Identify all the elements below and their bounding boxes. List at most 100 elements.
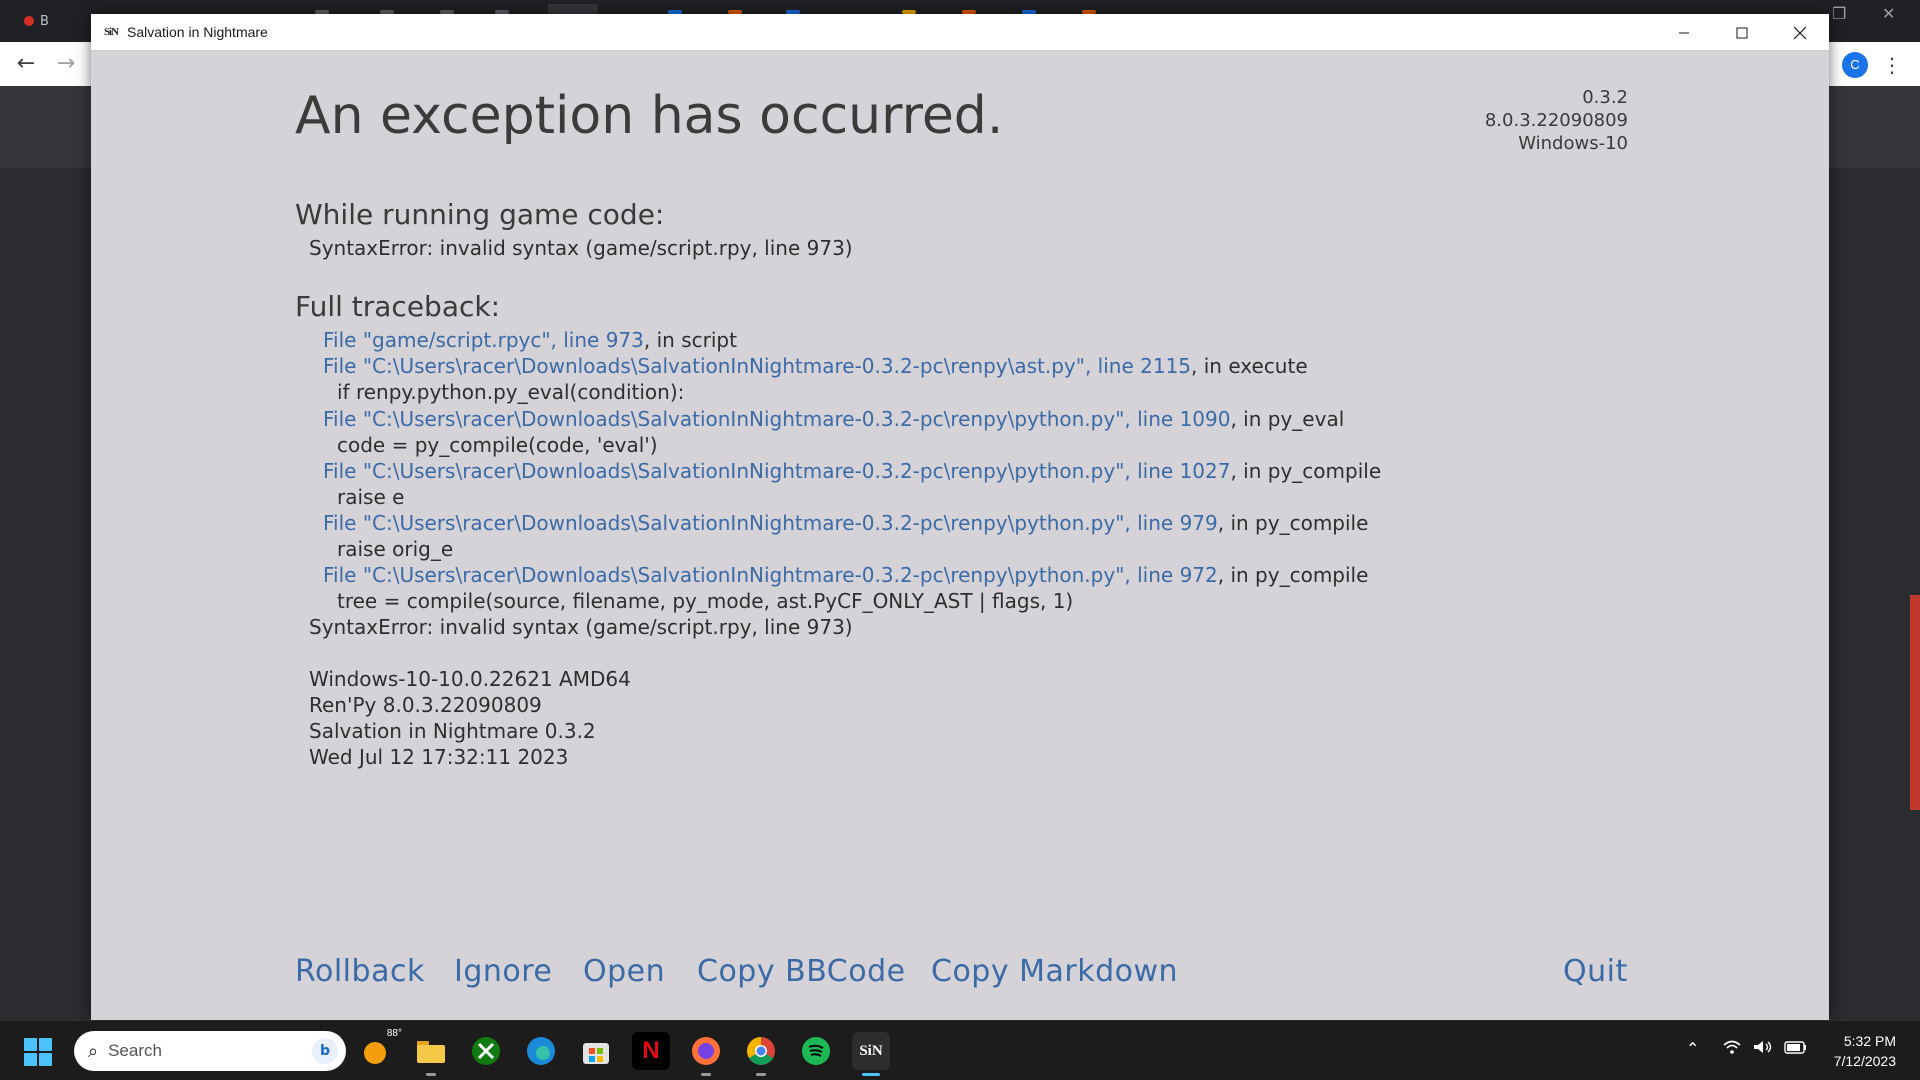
game-window: SiN Salvation in Nightmare An exception … [91, 14, 1829, 1020]
traceback-line: File "C:\Users\racer\Downloads\Salvation… [323, 511, 1368, 535]
traceback-code: raise e [337, 485, 405, 509]
close-button[interactable] [1771, 14, 1829, 51]
traceback-location: , in py_compile [1217, 563, 1369, 587]
folder-icon [417, 1041, 445, 1063]
game-version: 0.3.2 [1582, 87, 1628, 108]
traceback-file-link[interactable]: File "C:\Users\racer\Downloads\Salvation… [323, 354, 1191, 378]
active-indicator [862, 1073, 880, 1076]
traceback-file-link[interactable]: File "C:\Users\racer\Downloads\Salvation… [323, 407, 1230, 431]
full-traceback-heading: Full traceback: [295, 290, 501, 323]
renpy-version: 8.0.3.22090809 [1484, 110, 1628, 131]
clock-date: 7/12/2023 [1833, 1053, 1896, 1069]
chrome-app[interactable] [742, 1032, 780, 1076]
wifi-icon[interactable] [1722, 1039, 1742, 1059]
rollback-button[interactable]: Rollback [295, 954, 425, 989]
system-info-line: Wed Jul 12 17:32:11 2023 [309, 745, 569, 769]
forward-arrow-icon[interactable]: → [52, 50, 80, 78]
edge-icon [527, 1037, 555, 1065]
traceback-code: if renpy.python.py_eval(condition): [337, 380, 685, 404]
netflix-app[interactable]: N [632, 1032, 670, 1070]
traceback-file-link[interactable]: File "C:\Users\racer\Downloads\Salvation… [323, 563, 1218, 587]
record-icon [24, 16, 34, 26]
app-logo-icon: SiN [103, 26, 119, 38]
traceback-location: , in execute [1191, 354, 1308, 378]
minimize-button[interactable] [1655, 14, 1713, 51]
error-heading: An exception has occurred. [295, 86, 1004, 146]
traceback-code: code = py_compile(code, 'eval') [337, 433, 658, 457]
weather-app[interactable]: 88° [358, 1028, 402, 1070]
netflix-icon: N [642, 1037, 660, 1064]
spotify-icon [802, 1037, 830, 1065]
running-indicator [426, 1073, 436, 1076]
xbox-app[interactable] [467, 1032, 505, 1070]
copy-bbcode-button[interactable]: Copy BBCode [697, 954, 906, 989]
traceback-line: File "C:\Users\racer\Downloads\Salvation… [323, 407, 1344, 431]
close-icon[interactable]: ✕ [1882, 4, 1895, 23]
xbox-icon [472, 1037, 500, 1065]
traceback-location: , in py_compile [1217, 511, 1369, 535]
battery-icon[interactable] [1784, 1039, 1808, 1059]
back-arrow-icon[interactable]: ← [12, 50, 40, 78]
volume-icon[interactable] [1752, 1039, 1774, 1059]
firefox-app[interactable] [687, 1032, 725, 1076]
system-info-line: Windows-10-10.0.22621 AMD64 [309, 667, 631, 691]
maximize-button[interactable] [1713, 14, 1771, 51]
show-hidden-icons-chevron-icon[interactable]: ⌃ [1686, 1039, 1699, 1058]
running-indicator [701, 1073, 711, 1076]
system-info-line: Salvation in Nightmare 0.3.2 [309, 719, 596, 743]
maximize-icon [1736, 27, 1748, 38]
quit-button[interactable]: Quit [1563, 954, 1628, 989]
spotify-app[interactable] [797, 1032, 835, 1070]
active-browser-tab[interactable] [548, 4, 598, 14]
traceback-file-link[interactable]: File "C:\Users\racer\Downloads\Salvation… [323, 511, 1218, 535]
system-info-line: Ren'Py 8.0.3.22090809 [309, 693, 542, 717]
traceback-file-link[interactable]: File "game/script.rpyc", line 973 [323, 328, 644, 352]
traceback-line: File "C:\Users\racer\Downloads\Salvation… [323, 354, 1308, 378]
close-icon [1793, 26, 1807, 39]
window-title: Salvation in Nightmare [127, 24, 268, 40]
system-clock[interactable]: 5:32 PM 7/12/2023 [1834, 1031, 1896, 1071]
edge-app[interactable] [522, 1032, 560, 1070]
traceback-location: , in script [643, 328, 737, 352]
search-placeholder: Search [108, 1041, 162, 1060]
microsoft-store-app[interactable] [577, 1032, 615, 1070]
windows-logo-icon [24, 1038, 37, 1051]
weather-sun-icon [364, 1042, 386, 1064]
while-running-heading: While running game code: [295, 198, 665, 231]
bing-icon[interactable]: b [312, 1038, 338, 1064]
copy-markdown-button[interactable]: Copy Markdown [931, 954, 1178, 989]
open-button[interactable]: Open [583, 954, 665, 989]
minimize-icon [1679, 32, 1689, 33]
traceback-file-link[interactable]: File "C:\Users\racer\Downloads\Salvation… [323, 459, 1230, 483]
final-error-line: SyntaxError: invalid syntax (game/script… [309, 615, 853, 639]
menu-kebab-icon[interactable]: ⋮ [1882, 52, 1902, 78]
start-button[interactable] [24, 1038, 52, 1066]
traceback-line: File "C:\Users\racer\Downloads\Salvation… [323, 459, 1381, 483]
traceback-code: tree = compile(source, filename, py_mode… [337, 589, 1074, 613]
profile-avatar[interactable]: C [1842, 52, 1868, 78]
salvation-in-nightmare-app[interactable]: SiN [852, 1032, 890, 1076]
error-summary: SyntaxError: invalid syntax (game/script… [309, 236, 853, 260]
traceback-location: , in py_compile [1230, 459, 1382, 483]
version-info: 0.3.2 8.0.3.22090809 Windows-10 [1485, 86, 1628, 155]
error-screen: An exception has occurred. 0.3.2 8.0.3.2… [91, 52, 1829, 1020]
platform-version: Windows-10 [1518, 133, 1628, 154]
taskbar-search[interactable]: ⌕ Search b [74, 1031, 346, 1071]
ignore-button[interactable]: Ignore [454, 954, 552, 989]
traceback-location: , in py_eval [1230, 407, 1345, 431]
window-titlebar[interactable]: SiN Salvation in Nightmare [91, 14, 1829, 51]
traceback-line: File "game/script.rpyc", line 973, in sc… [323, 328, 737, 352]
file-explorer-app[interactable] [412, 1032, 450, 1076]
browser-tab-label: B [40, 13, 49, 29]
sin-logo-icon: SiN [859, 1042, 883, 1059]
traceback-line: File "C:\Users\racer\Downloads\Salvation… [323, 563, 1368, 587]
running-indicator [756, 1073, 766, 1076]
store-icon [583, 1043, 609, 1064]
traceback-code: raise orig_e [337, 537, 454, 561]
weather-temperature: 88° [386, 1028, 402, 1039]
search-icon: ⌕ [88, 1040, 99, 1062]
restore-icon[interactable]: ❐ [1832, 4, 1846, 23]
clock-time: 5:32 PM [1843, 1033, 1896, 1049]
browser-tab[interactable]: B [24, 8, 49, 34]
firefox-icon [692, 1037, 720, 1065]
